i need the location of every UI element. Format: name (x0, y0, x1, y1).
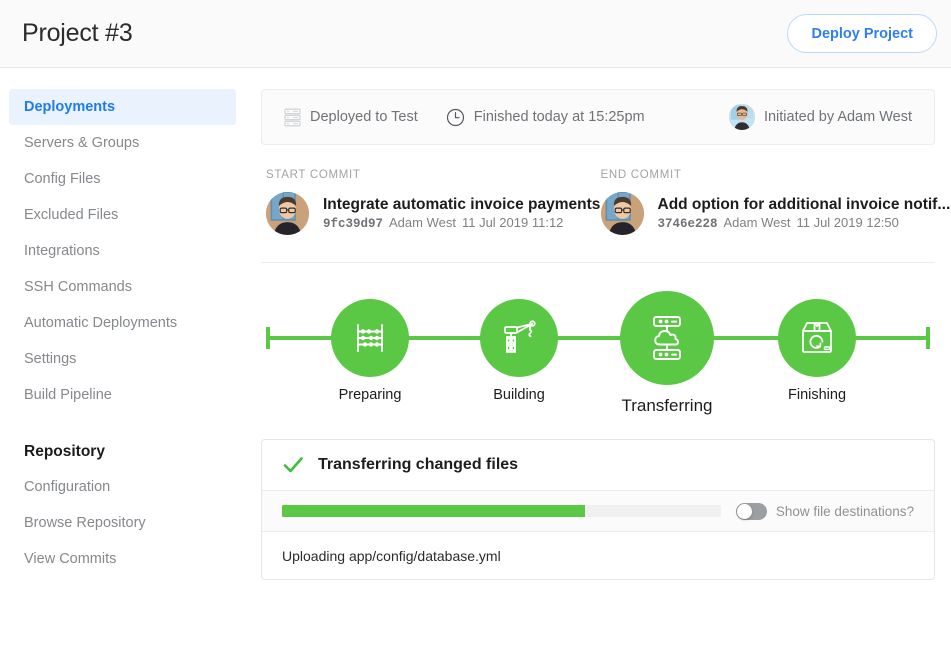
sidebar-item-view-commits[interactable]: View Commits (0, 541, 245, 577)
end-commit-meta: 3746e228 Adam West 11 Jul 2019 12:50 (657, 214, 899, 231)
sidebar-item-label: Integrations (24, 243, 100, 259)
sidebar-item-label: Settings (24, 351, 77, 367)
sidebar-item-excluded-files[interactable]: Excluded Files (0, 197, 245, 233)
step-node (778, 299, 856, 377)
start-commit-label: START COMMIT (266, 169, 361, 181)
server-cloud-icon (644, 314, 690, 362)
start-commit-hash: 9fc39d97 (323, 216, 384, 231)
step-node-active (620, 291, 714, 385)
sidebar-item-build-pipeline[interactable]: Build Pipeline (0, 377, 245, 413)
progress-bar-fill (282, 505, 585, 517)
sidebar-item-settings[interactable]: Settings (0, 341, 245, 377)
step-transferring[interactable]: Transferring (587, 277, 747, 416)
commit-range: START COMMIT Integrate automatic invoice… (261, 145, 951, 263)
sidebar-item-label: View Commits (24, 551, 117, 567)
transfer-progress-row: Show file destinations? (262, 491, 934, 532)
step-label: Preparing (338, 387, 402, 403)
body-wrapper: Deployments Servers & Groups Config File… (0, 68, 951, 645)
start-commit-title: Integrate automatic invoice payments (323, 195, 601, 213)
main-content: Deployed to Test Finished today at 15:25… (245, 68, 951, 645)
top-bar: Project #3 Deploy Project (0, 0, 951, 68)
toggle-knob (736, 503, 752, 519)
start-commit-date: 11 Jul 2019 11:12 (461, 214, 564, 230)
end-commit-author: Adam West (723, 214, 791, 230)
sidebar-item-label: SSH Commands (24, 279, 132, 295)
step-finishing[interactable]: Finishing (737, 277, 897, 403)
deployment-status-strip: Deployed to Test Finished today at 15:25… (261, 89, 935, 145)
abacus-icon (351, 319, 389, 357)
transfer-panel-header: Transferring changed files (262, 440, 934, 491)
end-commit: END COMMIT Add option for additional inv… (600, 169, 951, 235)
sidebar-item-browse-repository[interactable]: Browse Repository (0, 505, 245, 541)
step-building[interactable]: Building (439, 277, 599, 403)
status-finished-label: Finished today at 15:25pm (473, 109, 645, 125)
sidebar-item-integrations[interactable]: Integrations (0, 233, 245, 269)
end-commit-title: Add option for additional invoice notif.… (657, 195, 951, 213)
start-commit: START COMMIT Integrate automatic invoice… (266, 169, 601, 235)
stepper-track-cap-start (266, 327, 270, 349)
step-label: Transferring (621, 396, 713, 415)
sidebar-item-configuration[interactable]: Configuration (0, 469, 245, 505)
avatar (266, 192, 309, 235)
start-commit-author: Adam West (389, 214, 456, 230)
progress-bar (282, 505, 721, 517)
end-commit-hash: 3746e228 (657, 216, 718, 231)
stepper-track-cap-end (926, 327, 930, 349)
sidebar-item-label: Browse Repository (24, 515, 146, 531)
sidebar: Deployments Servers & Groups Config File… (0, 68, 245, 645)
sidebar-section-repository: Repository (24, 443, 105, 460)
status-environment: Deployed to Test (284, 108, 418, 127)
avatar (600, 192, 644, 235)
show-file-destinations-toggle[interactable] (735, 502, 767, 520)
server-stack-icon (284, 108, 301, 127)
end-commit-row[interactable]: Add option for additional invoice notif.… (600, 192, 951, 235)
sidebar-item-ssh-commands[interactable]: SSH Commands (0, 269, 245, 305)
deploy-project-button[interactable]: Deploy Project (787, 14, 937, 53)
status-environment-label: Deployed to Test (310, 109, 418, 125)
sidebar-item-config-files[interactable]: Config Files (0, 161, 245, 197)
start-commit-text: Integrate automatic invoice payments 9fc… (323, 196, 600, 232)
sidebar-item-deployments[interactable]: Deployments (9, 89, 236, 125)
avatar (728, 104, 755, 130)
sidebar-item-label: Excluded Files (24, 207, 119, 223)
transfer-log-line: Uploading app/config/database.yml (282, 547, 501, 564)
show-file-destinations-toggle-wrap[interactable]: Show file destinations? (735, 502, 914, 520)
deployment-stepper: Preparing Building Transferring Finishin… (261, 277, 935, 427)
status-initiator: Initiated by Adam West (728, 104, 912, 130)
sidebar-item-automatic-deployments[interactable]: Automatic Deployments (0, 305, 245, 341)
step-label: Finishing (787, 387, 847, 403)
sidebar-item-label: Configuration (24, 479, 111, 495)
end-commit-text: Add option for additional invoice notif.… (657, 196, 951, 232)
start-commit-meta: 9fc39d97 Adam West 11 Jul 2019 11:12 (323, 214, 564, 231)
check-icon (282, 454, 304, 476)
clock-icon (446, 108, 465, 127)
show-file-destinations-label: Show file destinations? (775, 503, 914, 519)
sidebar-item-label: Automatic Deployments (24, 315, 178, 331)
step-preparing[interactable]: Preparing (290, 277, 450, 403)
step-node (331, 299, 409, 377)
sidebar-item-servers-groups[interactable]: Servers & Groups (0, 125, 245, 161)
sidebar-item-label: Deployments (24, 99, 116, 115)
package-refresh-icon (797, 318, 837, 358)
status-finished: Finished today at 15:25pm (446, 108, 645, 127)
end-commit-label: END COMMIT (600, 169, 682, 181)
step-label: Building (493, 387, 545, 403)
page-title: Project #3 (22, 19, 133, 47)
transfer-panel-title: Transferring changed files (318, 456, 519, 473)
step-node (480, 299, 558, 377)
sidebar-item-label: Build Pipeline (24, 387, 112, 403)
sidebar-item-label: Config Files (24, 171, 101, 187)
start-commit-row[interactable]: Integrate automatic invoice payments 9fc… (266, 192, 600, 235)
status-initiator-label: Initiated by Adam West (763, 109, 912, 125)
end-commit-date: 11 Jul 2019 12:50 (796, 214, 899, 230)
crane-icon (499, 318, 539, 358)
transfer-panel: Transferring changed files Show file des… (261, 439, 935, 580)
sidebar-item-label: Servers & Groups (24, 135, 140, 151)
